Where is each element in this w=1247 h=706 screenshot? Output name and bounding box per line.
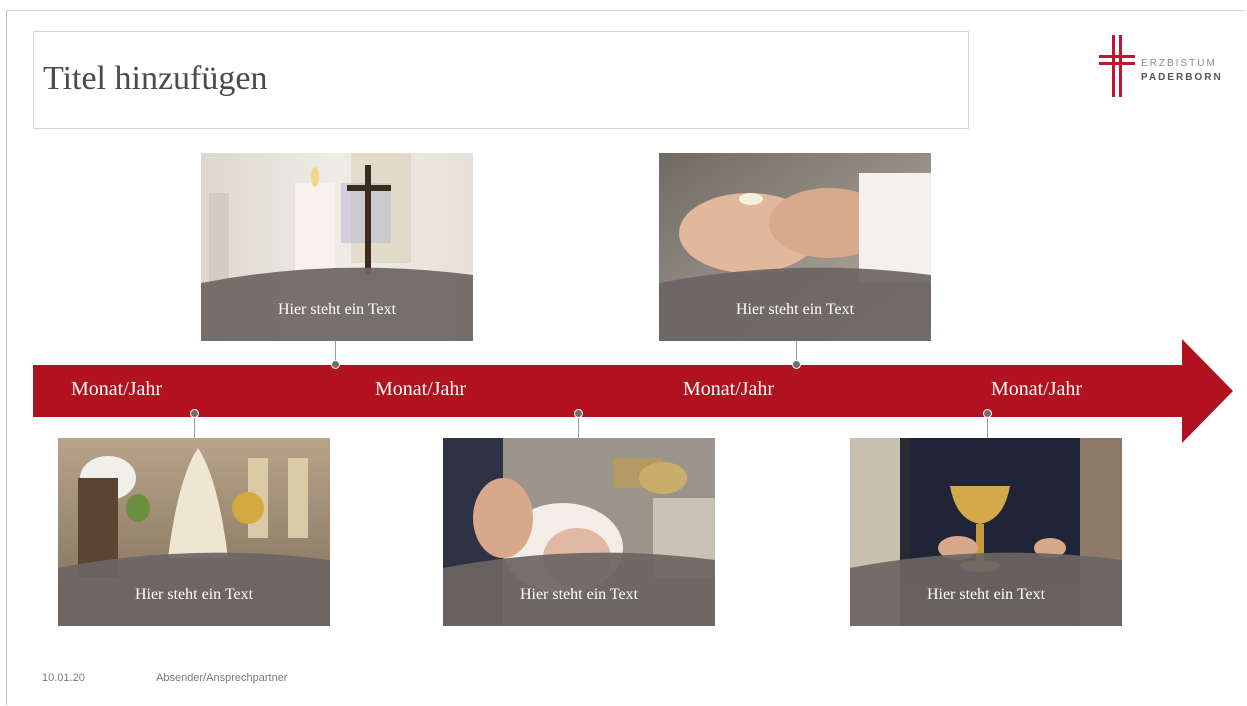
footer-date[interactable]: 10.01.20 [42,672,85,684]
card-caption[interactable]: Hier steht ein Text [201,301,473,319]
logo-text-paderborn: PADERBORN [1141,72,1223,83]
card-caption[interactable]: Hier steht ein Text [850,586,1122,604]
timeline-month-label-3: Monat/Jahr [683,378,775,400]
card-caption[interactable]: Hier steht ein Text [58,586,330,604]
card-caption[interactable]: Hier steht ein Text [443,586,715,604]
footer-sender[interactable]: Absender/Ansprechpartner [156,672,287,684]
connector-line [578,415,579,439]
connector-line [987,415,988,439]
timeline-marker-dot [792,360,801,369]
timeline-marker-dot [574,409,583,418]
timeline-marker-dot [190,409,199,418]
connector-line [194,415,195,439]
title-placeholder-box[interactable]: Titel hinzufügen [33,31,969,129]
timeline-card-1[interactable]: Hier steht ein Text [201,153,473,341]
card-caption[interactable]: Hier steht ein Text [659,301,931,319]
timeline-card-4[interactable]: Hier steht ein Text [443,438,715,626]
logo-text-erzbistum: ERZBISTUM [1141,58,1217,69]
timeline-marker-dot [331,360,340,369]
timeline-marker-dot [983,409,992,418]
timeline-month-label-4: Monat/Jahr [991,378,1083,400]
slide: Titel hinzufügen ERZBISTUM PADERBORN Mon… [6,10,1245,705]
timeline-month-label-1: Monat/Jahr [71,378,163,400]
timeline-card-3[interactable]: Hier steht ein Text [58,438,330,626]
erzbistum-paderborn-logo: ERZBISTUM PADERBORN [1099,35,1239,99]
red-cross-icon [1099,35,1135,97]
timeline-month-label-2: Monat/Jahr [375,378,467,400]
timeline-card-5[interactable]: Hier steht ein Text [850,438,1122,626]
slide-title[interactable]: Titel hinzufügen [43,60,267,98]
timeline-card-2[interactable]: Hier steht ein Text [659,153,931,341]
